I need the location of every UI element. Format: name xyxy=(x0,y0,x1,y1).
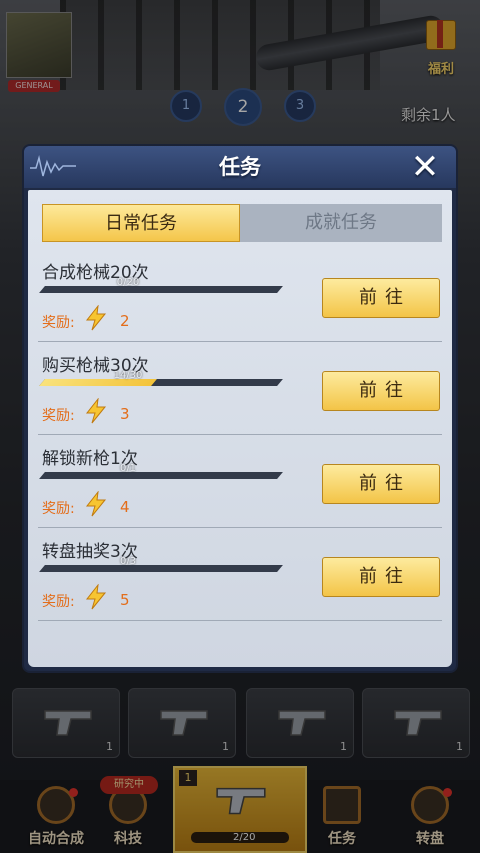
go-button[interactable]: 前往 xyxy=(322,371,440,411)
task-progress-text: 0/20 xyxy=(116,277,140,288)
task-row: 购买枪械30次 14/30 奖励: 3 前往 xyxy=(38,341,442,435)
lightning-icon xyxy=(85,398,107,424)
close-icon: ✕ xyxy=(410,147,440,187)
task-row: 合成枪械20次 0/20 奖励: 2 前往 xyxy=(38,248,442,342)
reward-label: 奖励: xyxy=(42,315,75,331)
lightning-icon xyxy=(85,305,107,331)
task-row: 转盘抽奖3次 0/3 奖励: 5 前往 xyxy=(38,527,442,621)
go-button[interactable]: 前往 xyxy=(322,278,440,318)
panel-header: 任务 ✕ xyxy=(24,146,456,188)
lightning-icon xyxy=(85,491,107,517)
reward-value: 4 xyxy=(120,498,130,516)
lightning-icon xyxy=(85,584,107,610)
close-button[interactable]: ✕ xyxy=(408,150,442,184)
task-row: 解锁新枪1次 0/1 奖励: 4 前往 xyxy=(38,434,442,528)
reward-value: 2 xyxy=(120,312,130,330)
task-tabs: 日常任务 成就任务 xyxy=(42,204,442,242)
tab-daily-tasks[interactable]: 日常任务 xyxy=(42,204,240,242)
panel-title: 任务 xyxy=(219,155,261,179)
reward-label: 奖励: xyxy=(42,408,75,424)
task-progress-text: 14/30 xyxy=(113,370,143,381)
panel-body: 日常任务 成就任务 合成枪械20次 0/20 奖励: 2 前往 购买枪械30次 … xyxy=(28,190,452,667)
task-panel: 任务 ✕ 日常任务 成就任务 合成枪械20次 0/20 奖励: 2 前往 购买枪… xyxy=(22,144,458,673)
go-button[interactable]: 前往 xyxy=(322,464,440,504)
reward-label: 奖励: xyxy=(42,501,75,517)
reward-value: 3 xyxy=(120,405,130,423)
reward-value: 5 xyxy=(120,591,130,609)
reward-label: 奖励: xyxy=(42,594,75,610)
tab-achievement-tasks[interactable]: 成就任务 xyxy=(240,204,442,242)
go-button[interactable]: 前往 xyxy=(322,557,440,597)
task-progress-text: 0/1 xyxy=(119,463,137,474)
task-progress-text: 0/3 xyxy=(119,556,137,567)
